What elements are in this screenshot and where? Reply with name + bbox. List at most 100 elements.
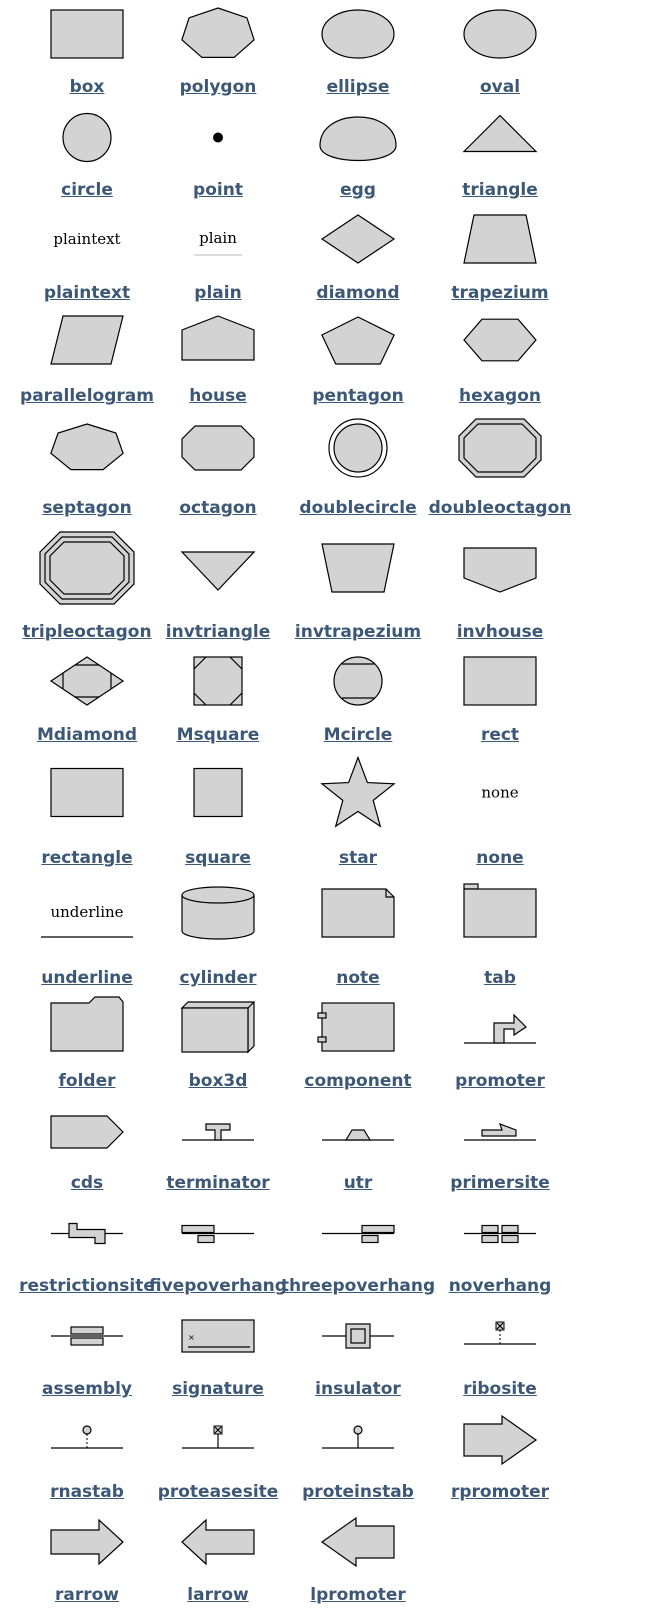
shape-tile-noverhang[interactable]: noverhang bbox=[445, 1205, 555, 1301]
shape-tile-signature[interactable]: × signature bbox=[163, 1306, 273, 1404]
shape-tile-doubleoctagon[interactable]: doubleoctagon bbox=[429, 412, 571, 523]
shape-label-octagon[interactable]: octagon bbox=[179, 498, 256, 518]
shape-label-triangle[interactable]: triangle bbox=[462, 180, 537, 200]
shape-label-Mdiamond[interactable]: Mdiamond bbox=[37, 725, 137, 745]
shape-tile-oval[interactable]: oval bbox=[445, 4, 555, 102]
shape-label-assembly[interactable]: assembly bbox=[42, 1379, 132, 1399]
shape-tile-hexagon[interactable]: hexagon bbox=[445, 312, 555, 411]
shape-label-proteasesite[interactable]: proteasesite bbox=[158, 1482, 279, 1502]
shape-label-invtriangle[interactable]: invtriangle bbox=[166, 622, 270, 642]
shape-tile-larrow[interactable]: larrow bbox=[163, 1510, 273, 1610]
shape-label-proteinstab[interactable]: proteinstab bbox=[302, 1482, 414, 1502]
shape-tile-trapezium[interactable]: trapezium bbox=[445, 210, 555, 308]
shape-label-point[interactable]: point bbox=[193, 180, 243, 200]
shape-tile-underline[interactable]: underline underline bbox=[32, 878, 142, 993]
shape-tile-primersite[interactable]: primersite bbox=[445, 1104, 555, 1198]
shape-label-note[interactable]: note bbox=[336, 968, 379, 988]
shape-tile-polygon[interactable]: polygon bbox=[163, 4, 273, 102]
shape-label-house[interactable]: house bbox=[189, 386, 247, 406]
shape-label-polygon[interactable]: polygon bbox=[180, 77, 257, 97]
shape-label-trapezium[interactable]: trapezium bbox=[451, 283, 548, 303]
shape-tile-pentagon[interactable]: pentagon bbox=[303, 312, 413, 411]
shape-tile-egg[interactable]: egg bbox=[303, 110, 413, 205]
shape-tile-rpromoter[interactable]: rpromoter bbox=[445, 1410, 555, 1507]
shape-tile-threepoverhang[interactable]: threepoverhang bbox=[281, 1205, 435, 1301]
shape-label-oval[interactable]: oval bbox=[480, 77, 520, 97]
shape-label-larrow[interactable]: larrow bbox=[187, 1585, 248, 1605]
shape-label-ribosite[interactable]: ribosite bbox=[463, 1379, 537, 1399]
shape-tile-diamond[interactable]: diamond bbox=[303, 210, 413, 308]
shape-label-pentagon[interactable]: pentagon bbox=[312, 386, 403, 406]
shape-label-restrictionsite[interactable]: restrictionsite bbox=[19, 1276, 155, 1296]
shape-label-circle[interactable]: circle bbox=[61, 180, 113, 200]
shape-label-cylinder[interactable]: cylinder bbox=[180, 968, 257, 988]
shape-tile-ellipse[interactable]: ellipse bbox=[303, 4, 413, 102]
shape-tile-invhouse[interactable]: invhouse bbox=[445, 530, 555, 647]
shape-tile-triangle[interactable]: triangle bbox=[445, 110, 555, 205]
shape-label-square[interactable]: square bbox=[185, 848, 251, 868]
shape-label-rarrow[interactable]: rarrow bbox=[55, 1585, 119, 1605]
shape-label-lpromoter[interactable]: lpromoter bbox=[310, 1585, 406, 1605]
shape-label-septagon[interactable]: septagon bbox=[42, 498, 131, 518]
shape-label-box[interactable]: box bbox=[70, 77, 105, 97]
shape-tile-utr[interactable]: utr bbox=[303, 1104, 413, 1198]
shape-tile-ribosite[interactable]: ribosite bbox=[445, 1306, 555, 1404]
shape-tile-rarrow[interactable]: rarrow bbox=[32, 1510, 142, 1610]
shape-tile-none[interactable]: none none bbox=[445, 755, 555, 873]
shape-label-utr[interactable]: utr bbox=[344, 1173, 373, 1193]
shape-label-doubleoctagon[interactable]: doubleoctagon bbox=[429, 498, 572, 518]
shape-tile-Mdiamond[interactable]: Mdiamond bbox=[32, 652, 142, 750]
shape-label-promoter[interactable]: promoter bbox=[455, 1071, 545, 1091]
shape-tile-circle[interactable]: circle bbox=[32, 110, 142, 205]
shape-label-insulator[interactable]: insulator bbox=[315, 1379, 401, 1399]
shape-tile-septagon[interactable]: septagon bbox=[32, 412, 142, 523]
shape-label-component[interactable]: component bbox=[304, 1071, 411, 1091]
shape-label-rpromoter[interactable]: rpromoter bbox=[451, 1482, 549, 1502]
shape-label-Mcircle[interactable]: Mcircle bbox=[324, 725, 393, 745]
shape-tile-octagon[interactable]: octagon bbox=[163, 412, 273, 523]
shape-label-invtrapezium[interactable]: invtrapezium bbox=[295, 622, 421, 642]
shape-tile-star[interactable]: star bbox=[303, 755, 413, 873]
shape-tile-fivepoverhang[interactable]: fivepoverhang bbox=[149, 1205, 287, 1301]
shape-tile-tab[interactable]: tab bbox=[445, 878, 555, 993]
shape-tile-box[interactable]: box bbox=[32, 4, 142, 102]
shape-tile-invtriangle[interactable]: invtriangle bbox=[163, 530, 273, 647]
shape-label-ellipse[interactable]: ellipse bbox=[327, 77, 390, 97]
shape-label-box3d[interactable]: box3d bbox=[189, 1071, 248, 1091]
shape-label-cds[interactable]: cds bbox=[71, 1173, 103, 1193]
shape-label-rectangle[interactable]: rectangle bbox=[41, 848, 132, 868]
shape-tile-plaintext[interactable]: plaintext plaintext bbox=[32, 210, 142, 308]
shape-label-diamond[interactable]: diamond bbox=[316, 283, 399, 303]
shape-tile-promoter[interactable]: promoter bbox=[445, 998, 555, 1096]
shape-label-primersite[interactable]: primersite bbox=[450, 1173, 550, 1193]
shape-tile-square[interactable]: square bbox=[163, 755, 273, 873]
shape-tile-lpromoter[interactable]: lpromoter bbox=[303, 1510, 413, 1610]
shape-label-threepoverhang[interactable]: threepoverhang bbox=[281, 1276, 435, 1296]
shape-label-underline[interactable]: underline bbox=[41, 968, 133, 988]
shape-tile-house[interactable]: house bbox=[163, 312, 273, 411]
shape-label-parallelogram[interactable]: parallelogram bbox=[20, 386, 154, 406]
shape-label-rect[interactable]: rect bbox=[481, 725, 519, 745]
shape-tile-terminator[interactable]: terminator bbox=[163, 1104, 273, 1198]
shape-tile-cylinder[interactable]: cylinder bbox=[163, 878, 273, 993]
shape-label-plaintext[interactable]: plaintext bbox=[44, 283, 130, 303]
shape-tile-rnastab[interactable]: rnastab bbox=[32, 1410, 142, 1507]
shape-tile-invtrapezium[interactable]: invtrapezium bbox=[295, 530, 421, 647]
shape-label-hexagon[interactable]: hexagon bbox=[459, 386, 541, 406]
shape-label-terminator[interactable]: terminator bbox=[166, 1173, 269, 1193]
shape-tile-parallelogram[interactable]: parallelogram bbox=[20, 312, 154, 411]
shape-tile-doublecircle[interactable]: doublecircle bbox=[299, 412, 417, 523]
shape-label-fivepoverhang[interactable]: fivepoverhang bbox=[149, 1276, 287, 1296]
shape-label-invhouse[interactable]: invhouse bbox=[457, 622, 544, 642]
shape-label-doublecircle[interactable]: doublecircle bbox=[299, 498, 416, 518]
shape-label-star[interactable]: star bbox=[339, 848, 377, 868]
shape-tile-tripleoctagon[interactable]: tripleoctagon bbox=[22, 530, 152, 647]
shape-tile-plain[interactable]: plain plain bbox=[163, 210, 273, 308]
shape-label-Msquare[interactable]: Msquare bbox=[177, 725, 260, 745]
shape-tile-insulator[interactable]: insulator bbox=[303, 1306, 413, 1404]
shape-tile-assembly[interactable]: assembly bbox=[32, 1306, 142, 1404]
shape-label-rnastab[interactable]: rnastab bbox=[50, 1482, 124, 1502]
shape-tile-rectangle[interactable]: rectangle bbox=[32, 755, 142, 873]
shape-tile-rect[interactable]: rect bbox=[445, 652, 555, 750]
shape-tile-restrictionsite[interactable]: restrictionsite bbox=[19, 1205, 155, 1301]
